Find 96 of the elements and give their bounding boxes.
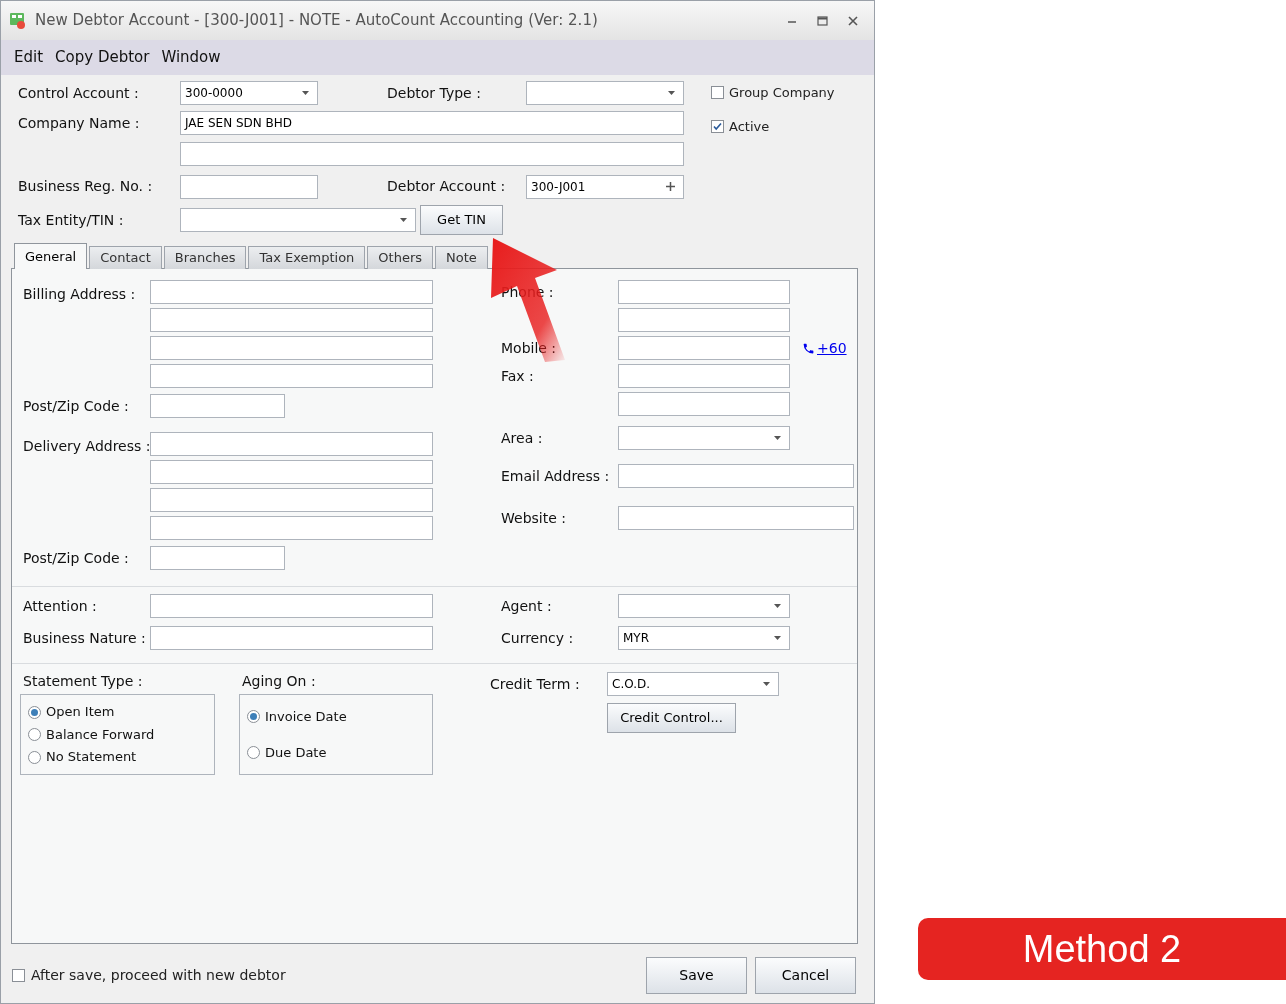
radio-button[interactable] [28,750,41,764]
caret-icon [302,91,309,95]
text-field[interactable] [618,308,790,332]
dropdown-field[interactable] [180,208,416,232]
text-field[interactable] [150,432,433,456]
tab[interactable]: Tax Exemption [248,246,366,269]
caret-icon [400,218,407,222]
checkbox[interactable] [12,969,25,982]
caret-icon [774,604,781,608]
field-label: Company Name : [18,113,141,133]
field-label: Post/Zip Code : [23,396,130,416]
field-label: Statement Type : [23,672,144,691]
field-label: Aging On : [242,672,317,691]
text-field[interactable] [150,308,433,332]
radio-button[interactable] [28,728,41,741]
text-field[interactable] [618,364,790,388]
save-button[interactable]: Save [646,957,747,994]
field-label: Debtor Account : [387,177,507,196]
text-field[interactable] [180,142,684,166]
text-field[interactable] [150,460,433,484]
field-label: Fax : [501,366,535,386]
text-field[interactable] [180,174,318,199]
field-label: Area : [501,428,544,448]
field-label: Debtor Type : [387,83,482,103]
radio-label: No Statement [46,748,137,767]
dropdown-field[interactable]: MYR [618,626,790,650]
text-field[interactable] [150,280,433,304]
radio-label: Open Item [46,703,115,722]
radio-label: Invoice Date [265,708,347,726]
window-title: New Debtor Account - [300-J001] - NOTE - AutoCount Accounting (Ver: 2.1) [35,10,598,32]
field-label: Mobile : [501,338,558,358]
menu-item[interactable]: Window [156,46,226,69]
text-field[interactable] [150,516,433,540]
dropdown-field[interactable] [618,426,790,450]
maximize-icon[interactable] [817,15,828,26]
caret-icon [774,636,781,640]
radio-label: Balance Forward [46,725,155,744]
text-field[interactable] [150,336,433,360]
field-label: Billing Address : [23,285,137,304]
field-label: Control Account : [18,83,140,103]
caret-icon [774,436,781,440]
radio-button[interactable] [28,705,41,719]
plus-icon[interactable] [666,182,675,191]
checkbox-label: Active [729,117,770,136]
text-field[interactable] [150,488,433,512]
radio-button[interactable] [247,745,260,759]
app-icon [9,11,27,30]
field-label: Website : [501,508,567,528]
field-label: Email Address : [501,466,611,486]
checkbox[interactable] [711,86,724,100]
text-field[interactable]: JAE SEN SDN BHD [180,111,684,135]
tab[interactable]: Others [367,246,434,269]
phone-link[interactable]: +60 [802,337,847,359]
dropdown-field[interactable]: C.O.D. [607,672,779,696]
field-label: Delivery Address : [23,437,150,456]
text-field[interactable] [150,546,285,570]
text-field[interactable] [618,464,854,488]
radio-label: Due Date [265,743,327,762]
close-icon[interactable] [848,15,858,26]
phone-icon [802,341,815,355]
checkbox[interactable] [711,119,724,133]
text-field[interactable]: 300-J001 [526,174,684,199]
text-field[interactable] [150,364,433,388]
text-field[interactable] [150,394,285,418]
text-field[interactable] [618,336,790,360]
caret-icon [763,682,770,686]
field-label: Attention : [23,596,98,616]
cancel-button[interactable]: Cancel [755,957,856,994]
field-label: Business Nature : [23,628,147,648]
text-field[interactable] [150,626,433,650]
menu-item[interactable]: Copy Debtor [50,46,155,69]
checkbox-label: After save, proceed with new debtor [31,966,286,985]
tab[interactable]: General [14,243,88,269]
field-label: Post/Zip Code : [23,548,130,568]
menu-item[interactable]: Edit [9,46,49,69]
field-label: Business Reg. No. : [18,177,154,196]
checkbox-label: Group Company [729,84,835,102]
field-label: Currency : [501,628,575,648]
dropdown-field[interactable] [618,594,790,618]
text-field[interactable] [618,392,790,416]
dropdown-field[interactable]: 300-0000 [180,81,318,105]
text-field[interactable] [150,594,433,618]
method-badge: Method 2 [918,918,1286,980]
radio-button[interactable] [247,710,260,724]
field-label: Agent : [501,596,553,616]
get-tin-button[interactable]: Get TIN [420,205,503,235]
tab[interactable]: Contact [89,246,162,269]
tab[interactable]: Note [435,246,488,269]
text-field[interactable] [618,506,854,530]
text-field[interactable] [618,280,790,304]
field-label: Credit Term : [490,674,581,694]
credit-control-button[interactable]: Credit Control... [607,703,736,733]
tab[interactable]: Branches [163,246,247,269]
caret-icon [668,91,675,95]
field-label: Tax Entity/TIN : [18,210,125,230]
dropdown-field[interactable] [526,81,684,105]
